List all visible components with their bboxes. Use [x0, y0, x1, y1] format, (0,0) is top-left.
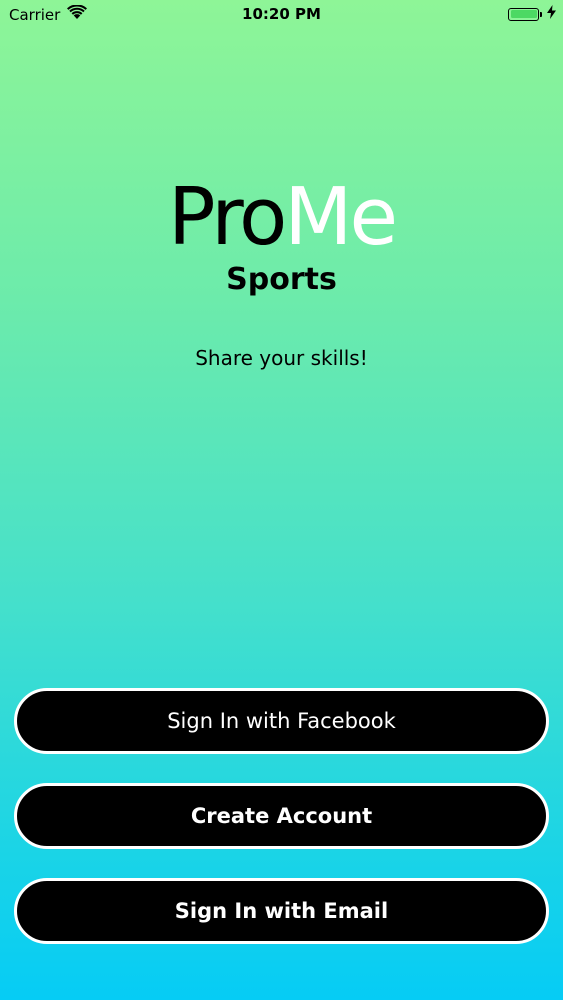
status-bar: Carrier 10:20 PM: [0, 0, 563, 30]
sign-in-facebook-button[interactable]: Sign In with Facebook: [14, 688, 549, 754]
battery-fill: [510, 10, 537, 18]
status-time: 10:20 PM: [242, 5, 321, 23]
app-subtitle: Sports: [226, 262, 337, 297]
battery-tip: [540, 11, 542, 17]
logo-pro: Pro: [167, 171, 287, 263]
create-account-button[interactable]: Create Account: [14, 783, 549, 849]
sign-in-email-button[interactable]: Sign In with Email: [14, 878, 549, 944]
app-logo: ProMe: [0, 172, 563, 262]
charging-icon: [547, 5, 556, 23]
battery-icon: [508, 7, 542, 21]
status-right: [508, 5, 556, 23]
logo-me: Me: [284, 171, 398, 263]
tagline: Share your skills!: [195, 346, 368, 370]
